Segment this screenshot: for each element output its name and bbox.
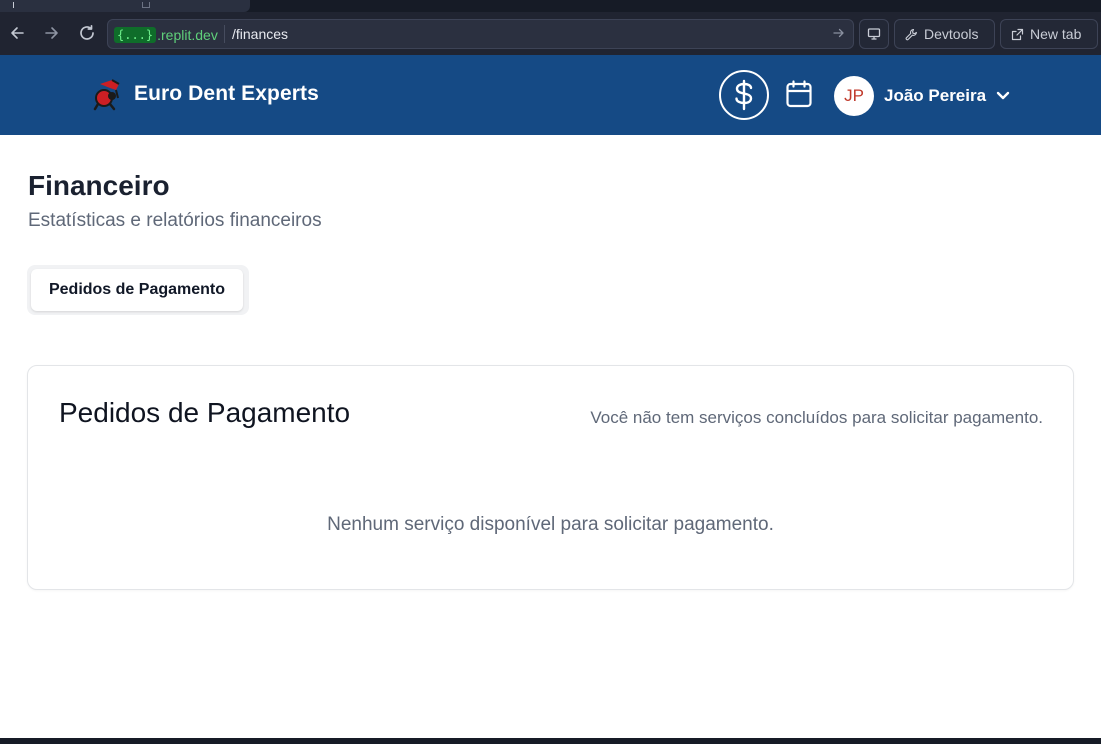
card-description: Você não tem serviços concluídos para so… [590, 408, 1043, 427]
reload-icon [80, 24, 94, 40]
tab-payment-requests[interactable]: Pedidos de Pagamento [31, 269, 243, 311]
arrow-left-icon [11, 27, 24, 39]
url-origin-host: .replit.dev [157, 26, 218, 43]
chevron-down-icon [996, 91, 1010, 100]
browser-tab-active[interactable] [0, 0, 250, 12]
page-subtitle: Estatísticas e relatórios financeiros [28, 210, 322, 231]
dent-logo-icon [93, 79, 120, 111]
bottom-edge [0, 738, 1101, 744]
avatar: JP [834, 76, 874, 116]
monitor-icon [867, 28, 881, 40]
reload-button[interactable] [76, 22, 98, 44]
user-menu[interactable]: JP João Pereira [834, 76, 1010, 116]
app-header: Euro Dent Experts JP João Pereira [0, 55, 1101, 135]
arrow-right-icon [45, 27, 58, 39]
tab-favicon-icon [142, 2, 150, 8]
url-origin-pill: {...} [114, 26, 157, 43]
finance-button[interactable] [719, 70, 769, 120]
user-name: João Pereira [884, 86, 987, 105]
new-tab-label: New tab [1030, 26, 1082, 42]
brand-link[interactable]: Euro Dent Experts [92, 76, 319, 112]
url-origin: {...} .replit.dev [114, 24, 218, 45]
devtools-label: Devtools [924, 26, 979, 42]
address-bar[interactable]: {...} .replit.dev /finances [107, 19, 854, 49]
new-tab-button[interactable]: New tab [1000, 19, 1098, 49]
empty-state-message: Nenhum serviço disponível para solicitar… [327, 514, 774, 535]
external-link-icon [1011, 28, 1024, 40]
calendar-button[interactable] [785, 79, 813, 109]
device-preview-button[interactable] [859, 19, 889, 49]
page-title: Financeiro [28, 170, 170, 201]
tab-list: Pedidos de Pagamento [27, 265, 249, 315]
devtools-button[interactable]: Devtools [894, 19, 995, 49]
browser-toolbar: {...} .replit.dev /finances Devtools New… [0, 12, 1101, 55]
url-path: /finances [232, 26, 289, 42]
address-divider [224, 25, 225, 43]
brand-title: Euro Dent Experts [134, 82, 319, 105]
back-button[interactable] [6, 22, 28, 44]
card-title: Pedidos de Pagamento [59, 397, 351, 428]
browser-tab-strip [0, 0, 1101, 12]
tab-favicon-icon [8, 2, 14, 8]
payment-requests-card: Pedidos de Pagamento Você não tem serviç… [27, 365, 1074, 590]
forward-button[interactable] [41, 22, 63, 44]
calendar-icon [786, 80, 812, 108]
go-arrow-icon[interactable] [833, 26, 845, 42]
dollar-icon [735, 79, 753, 111]
wrench-icon [905, 28, 917, 40]
